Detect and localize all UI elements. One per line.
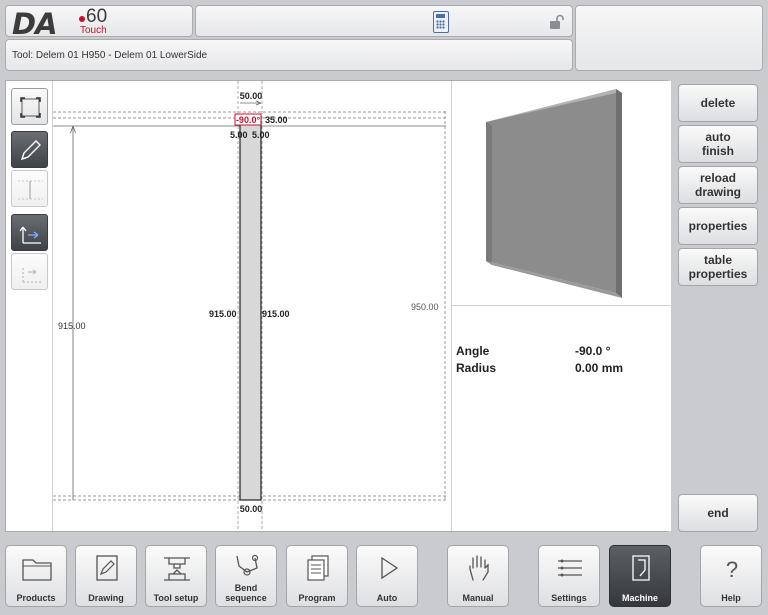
logo-brand: DA [12,7,58,41]
svg-text:?: ? [726,557,738,582]
3d-preview [451,81,671,306]
nav-help[interactable]: ? Help [700,545,762,607]
logo-variant: Touch [80,25,107,36]
nav-tool-setup[interactable]: Tool setup [145,545,207,607]
nav-program-label: Program [298,593,336,603]
tool-label: Tool: Delem 01 H950 - Delem 01 LowerSide [12,50,208,61]
right-inner-label[interactable]: 5.00 [252,130,270,140]
drawing-icon [96,555,118,581]
3d-part-preview [486,89,622,298]
tool-setup-icon [164,557,190,581]
left-inner-label[interactable]: 5.00 [230,130,248,140]
dimension-alt-button[interactable] [11,253,48,290]
inner-right-height-label[interactable]: 915.00 [262,309,290,319]
bottom-width-label[interactable]: 50.00 [240,504,263,514]
nav-auto-label: Auto [376,593,398,603]
prop-angle-label: Angle [456,344,490,358]
calculator-icon[interactable] [433,11,449,33]
profile-drawing: -90.0° 50.00 35.00 5.00 5.00 915.00 915.… [53,81,446,531]
nav-products[interactable]: Products [5,545,67,607]
nav-drawing[interactable]: Drawing [75,545,137,607]
vertical-line-button[interactable] [11,170,48,207]
zoom-fit-button[interactable] [11,88,48,125]
top-toolbar [195,5,573,37]
part-profile [239,117,262,501]
nav-bend-sequence-label: Bend sequence [225,583,267,603]
left-height-label[interactable]: 915.00 [58,321,86,331]
bend-sequence-icon [236,554,259,576]
top-width-label[interactable]: 50.00 [240,91,263,101]
table-properties-button[interactable]: table properties [678,248,758,286]
nav-settings[interactable]: Settings [538,545,600,607]
header-right-panel [575,5,763,71]
dimension-icon [19,226,41,244]
nav-program[interactable]: Program [286,545,348,607]
prop-radius-value: 0.00 mm [575,361,624,375]
nav-auto[interactable]: Auto [356,545,418,607]
properties-panel: Angle -90.0 ° Radius 0.00 mm [451,306,671,531]
play-icon [381,556,399,580]
pencil-icon [20,140,41,161]
prop-angle-value: -90.0 ° [575,344,611,358]
help-icon: ? [726,557,738,582]
nav-manual[interactable]: Manual [447,545,509,607]
nav-bend-sequence[interactable]: Bend sequence [215,545,277,607]
angle-tag[interactable]: -90.0° [236,115,261,125]
nav-manual-label: Manual [462,593,494,603]
drawing-tools [6,81,53,531]
tool-info-bar: Tool: Delem 01 H950 - Delem 01 LowerSide [5,39,573,71]
prop-radius-label: Radius [456,361,497,375]
nav-machine[interactable]: Machine [609,545,671,607]
properties-button[interactable]: properties [678,207,758,245]
nav-help-label: Help [721,593,741,603]
draw-button[interactable] [11,131,48,168]
dimension-button[interactable] [11,214,48,251]
unlock-icon[interactable] [548,14,564,30]
vertical-line-icon [18,180,43,200]
dimension-alt-icon [22,266,41,283]
logo-dot [79,16,85,22]
folder-icon [22,559,52,581]
zoom-fit-icon [20,97,41,118]
delete-button[interactable]: delete [678,84,758,122]
machine-icon [632,555,650,581]
drawing-canvas[interactable]: -90.0° 50.00 35.00 5.00 5.00 915.00 915.… [53,81,450,531]
total-height-label[interactable]: 950.00 [411,302,439,312]
nav-tool-setup-label: Tool setup [153,593,199,603]
flange-label[interactable]: 35.00 [265,115,288,125]
auto-finish-button[interactable]: auto finish [678,125,758,163]
hand-icon [469,555,489,581]
reload-drawing-button[interactable]: reload drawing [678,166,758,204]
program-icon [307,555,329,581]
settings-list-icon [558,559,582,577]
nav-products-label: Products [16,593,56,603]
nav-machine-label: Machine [621,593,658,603]
brand-logo: DA 60 Touch [5,5,193,41]
end-button[interactable]: end [678,494,758,532]
inner-left-height-label[interactable]: 915.00 [209,309,237,319]
nav-drawing-label: Drawing [88,593,124,603]
nav-settings-label: Settings [551,593,587,603]
